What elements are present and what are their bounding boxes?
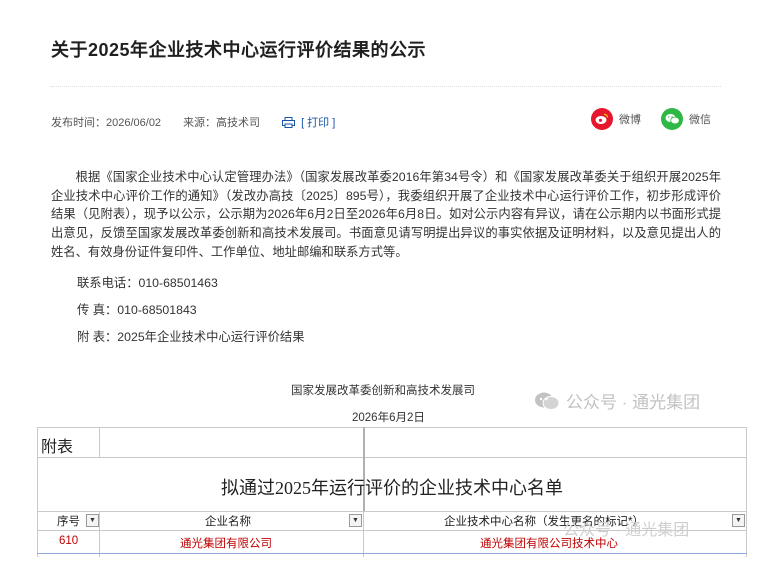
printer-icon: [282, 116, 296, 128]
filter-dropdown-icon[interactable]: ▼: [86, 514, 99, 527]
wechat-icon: [661, 108, 683, 130]
page-title: 关于2025年企业技术中心运行评价结果的公示: [51, 40, 427, 60]
source-label: 来源：高技术司: [183, 117, 261, 129]
header-company: 企业名称: [205, 516, 251, 528]
weibo-icon: [591, 108, 613, 130]
share-wechat-button[interactable]: 微信: [661, 108, 711, 130]
article-meta: 发布时间：2026/06/02 来源：高技术司 [ 打印 ]: [51, 114, 335, 130]
attachment-label: 附 表：2025年企业技术中心运行评价结果: [77, 330, 305, 344]
watermark: 公众号 · 通光集团: [534, 388, 700, 413]
list-title: 拟通过2025年运行评价的企业技术中心名单: [221, 478, 563, 498]
row-company: 通光集团有限公司: [180, 538, 272, 550]
title-divider: [51, 86, 721, 87]
signature-date: 2026年6月2日: [352, 412, 425, 424]
header-serial: 序号: [57, 516, 80, 528]
contact-phone: 联系电话：010-68501463: [77, 276, 218, 290]
filter-dropdown-icon[interactable]: ▼: [349, 514, 362, 527]
publish-time: 发布时间：2026/06/02: [51, 117, 162, 129]
weibo-label: 微博: [619, 114, 641, 126]
share-weibo-button[interactable]: 微博: [591, 108, 641, 130]
watermark-text: 公众号 · 通光集团: [563, 522, 690, 539]
filter-dropdown-icon[interactable]: ▼: [732, 514, 745, 527]
annex-label: 附表: [41, 439, 74, 456]
wechat-label: 微信: [689, 114, 711, 126]
print-label: [ 打印 ]: [301, 117, 336, 129]
row-serial: 610: [59, 535, 79, 547]
contact-fax: 传 真：010-68501843: [77, 303, 197, 317]
watermark-text: 公众号 · 通光集团: [566, 393, 701, 412]
signature-org: 国家发展改革委创新和高技术发展司: [291, 385, 475, 397]
print-button[interactable]: [ 打印 ]: [282, 114, 335, 130]
watermark: 公众号 · 通光集团: [563, 516, 689, 540]
announcement-paragraph: 根据《国家企业技术中心认定管理办法》（国家发展改革委2016年第34号令）和《国…: [51, 170, 721, 259]
wechat-official-icon: [535, 392, 560, 410]
